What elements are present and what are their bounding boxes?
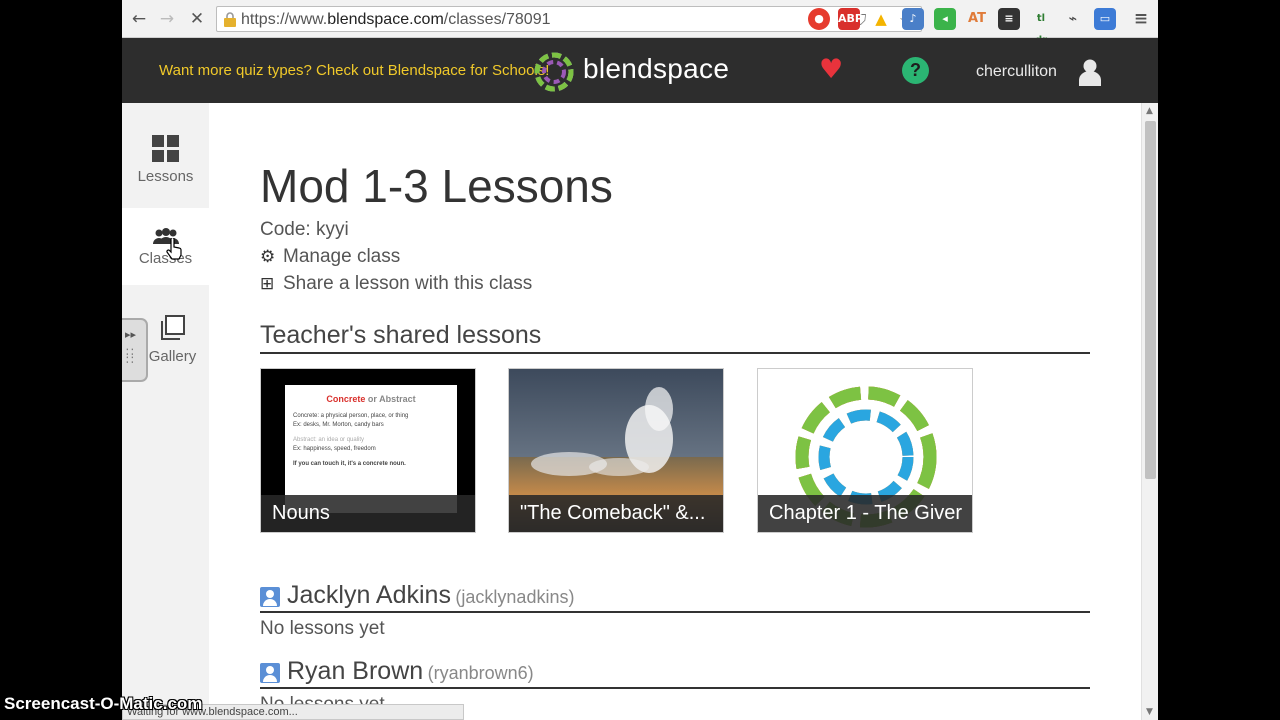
logo-text[interactable]: blendspace	[583, 53, 729, 85]
browser-toolbar: ← → ✕ https://www.blendspace.com/classes…	[122, 0, 1158, 46]
scrollbar[interactable]: ▲ ▼	[1141, 103, 1158, 720]
drag-grip-icon: ∷ ∷	[126, 345, 134, 367]
app-header: Want more quiz types? Check out Blendspa…	[122, 38, 1158, 103]
terminal-icon[interactable]: ≡	[998, 8, 1020, 30]
student-icon	[260, 662, 280, 683]
expand-icon: ▸▸	[125, 328, 137, 341]
lesson-title: Chapter 1 - The Giver	[758, 495, 972, 532]
sidebar: Lessons Classes Gallery ▸▸ ∷ ∷	[122, 103, 209, 720]
browser-window: ← → ✕ https://www.blendspace.com/classes…	[122, 0, 1158, 720]
forward-icon[interactable]: →	[156, 8, 178, 30]
user-avatar-icon[interactable]	[1078, 58, 1102, 86]
student-header: Ryan Brown (ryanbrown6)	[260, 657, 1090, 689]
shared-lessons-heading: Teacher's shared lessons	[260, 321, 1090, 354]
blendspace-logo-icon[interactable]	[532, 50, 576, 94]
help-icon[interactable]: ?	[902, 57, 929, 84]
record-icon[interactable]: ●	[808, 8, 830, 30]
student-username: (jacklynadkins)	[455, 587, 575, 607]
recorder-watermark: Screencast-O-Matic.com	[4, 694, 203, 713]
page-title: Mod 1-3 Lessons	[260, 160, 613, 212]
lesson-thumbnail: Concrete or Abstract Concrete: a physica…	[285, 385, 457, 513]
student-name[interactable]: Jacklyn Adkins	[287, 581, 451, 609]
class-code: Code: kyyi	[260, 219, 349, 240]
heart-icon[interactable]: ♥	[819, 56, 843, 84]
stop-icon[interactable]: ✕	[186, 8, 208, 30]
lesson-card-comeback[interactable]: "The Comeback" &...	[508, 368, 724, 533]
lock-icon	[224, 12, 236, 27]
tag-icon[interactable]: ⌁	[1062, 8, 1084, 30]
sidebar-item-label: Lessons	[137, 168, 194, 185]
adblock-icon[interactable]: ABP	[838, 8, 863, 30]
student-name[interactable]: Ryan Brown	[287, 657, 423, 685]
drive-icon[interactable]: ▲	[870, 8, 892, 30]
lesson-title: Nouns	[261, 495, 475, 532]
url-text: https://www.blendspace.com/classes/78091	[241, 11, 551, 28]
gallery-icon	[160, 315, 185, 340]
screen-icon[interactable]: ▭	[1094, 8, 1116, 30]
scroll-up-icon[interactable]: ▲	[1146, 106, 1153, 116]
manage-class-link[interactable]: ⚙ Manage class	[260, 246, 400, 268]
student-username: (ryanbrown6)	[427, 663, 534, 683]
gear-icon: ⚙	[260, 247, 276, 267]
grid-share-icon: ⊞	[260, 274, 275, 294]
back-icon[interactable]: ←	[128, 8, 150, 30]
drawer-handle[interactable]: ▸▸ ∷ ∷	[122, 318, 148, 382]
hand-cursor-icon	[166, 238, 182, 260]
scrollbar-thumb[interactable]	[1145, 121, 1156, 479]
lesson-card-nouns[interactable]: Concrete or Abstract Concrete: a physica…	[260, 368, 476, 533]
sound-icon[interactable]: ◂	[934, 8, 956, 30]
lesson-title: "The Comeback" &...	[509, 495, 723, 532]
promo-link[interactable]: Want more quiz types? Check out Blendspa…	[159, 62, 549, 79]
tldr-icon[interactable]: tl dr	[1030, 8, 1052, 46]
scroll-down-icon[interactable]: ▼	[1146, 707, 1153, 717]
student-icon	[260, 586, 280, 607]
menu-icon[interactable]: ≡	[1130, 8, 1152, 30]
speaker-icon[interactable]: ♪	[902, 8, 924, 30]
student-header: Jacklyn Adkins (jacklynadkins)	[260, 581, 1090, 613]
at-icon[interactable]: AT	[966, 8, 988, 30]
username[interactable]: cherculliton	[976, 63, 1057, 81]
lesson-card-giver[interactable]: Chapter 1 - The Giver	[757, 368, 973, 533]
main-content: Mod 1-3 Lessons Code: kyyi ⚙ Manage class…	[260, 103, 1090, 720]
grid-icon	[152, 135, 179, 162]
share-lesson-link[interactable]: ⊞ Share a lesson with this class	[260, 273, 532, 295]
student-lessons-status: No lessons yet	[260, 618, 385, 639]
sidebar-item-lessons[interactable]: Lessons	[122, 135, 209, 185]
